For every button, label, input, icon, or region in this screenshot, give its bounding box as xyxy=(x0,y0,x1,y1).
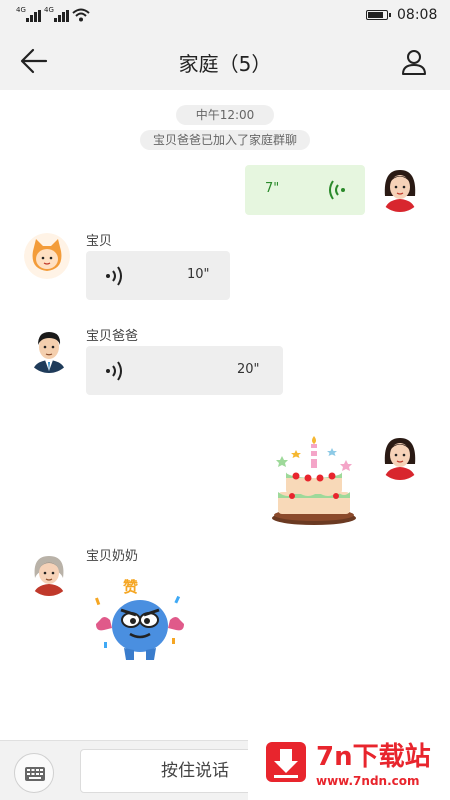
voice-duration: 7" xyxy=(265,181,280,196)
signal-icon xyxy=(26,10,42,22)
network-type-2: 4G xyxy=(44,6,54,14)
wifi-icon xyxy=(72,8,90,22)
sender-name: 宝贝奶奶 xyxy=(86,549,139,564)
voice-wave-icon xyxy=(329,180,345,200)
battery-icon xyxy=(366,10,391,20)
avatar-grandma[interactable] xyxy=(26,550,72,596)
status-bar: 4G 4G 08:08 xyxy=(0,0,450,32)
avatar-mom[interactable] xyxy=(377,434,423,480)
voice-message-bubble[interactable]: 10" xyxy=(86,251,230,300)
zan-sticker[interactable]: 赞 xyxy=(90,572,190,667)
watermark-url: www.7ndn.com xyxy=(316,774,420,788)
download-icon xyxy=(266,742,306,782)
voice-duration: 10" xyxy=(187,267,210,282)
avatar-baby[interactable] xyxy=(24,233,70,279)
network-type-1: 4G xyxy=(16,6,26,14)
voice-wave-icon xyxy=(106,361,122,381)
avatar-mom[interactable] xyxy=(377,166,423,212)
watermark-name: 7n下载站 xyxy=(316,742,431,772)
keyboard-icon[interactable] xyxy=(14,753,54,793)
voice-message-bubble[interactable]: 20" xyxy=(86,346,283,395)
voice-message-bubble[interactable]: 7" xyxy=(245,165,365,215)
avatar-dad[interactable] xyxy=(26,327,72,373)
chat-header: 家庭（5） xyxy=(0,32,450,90)
voice-wave-icon xyxy=(106,266,122,286)
person-icon[interactable] xyxy=(400,48,428,76)
timestamp-label: 中午12:00 xyxy=(176,105,274,125)
sender-name: 宝贝爸爸 xyxy=(86,329,139,344)
chat-title: 家庭（5） xyxy=(178,52,272,76)
site-watermark: 7n下载站 www.7ndn.com xyxy=(248,722,450,800)
birthday-cake-sticker[interactable] xyxy=(268,436,360,528)
signal-icon xyxy=(54,10,70,22)
voice-duration: 20" xyxy=(237,362,260,377)
status-time: 08:08 xyxy=(397,7,438,23)
sender-name: 宝贝 xyxy=(86,234,113,249)
system-message: 宝贝爸爸已加入了家庭群聊 xyxy=(140,130,310,150)
